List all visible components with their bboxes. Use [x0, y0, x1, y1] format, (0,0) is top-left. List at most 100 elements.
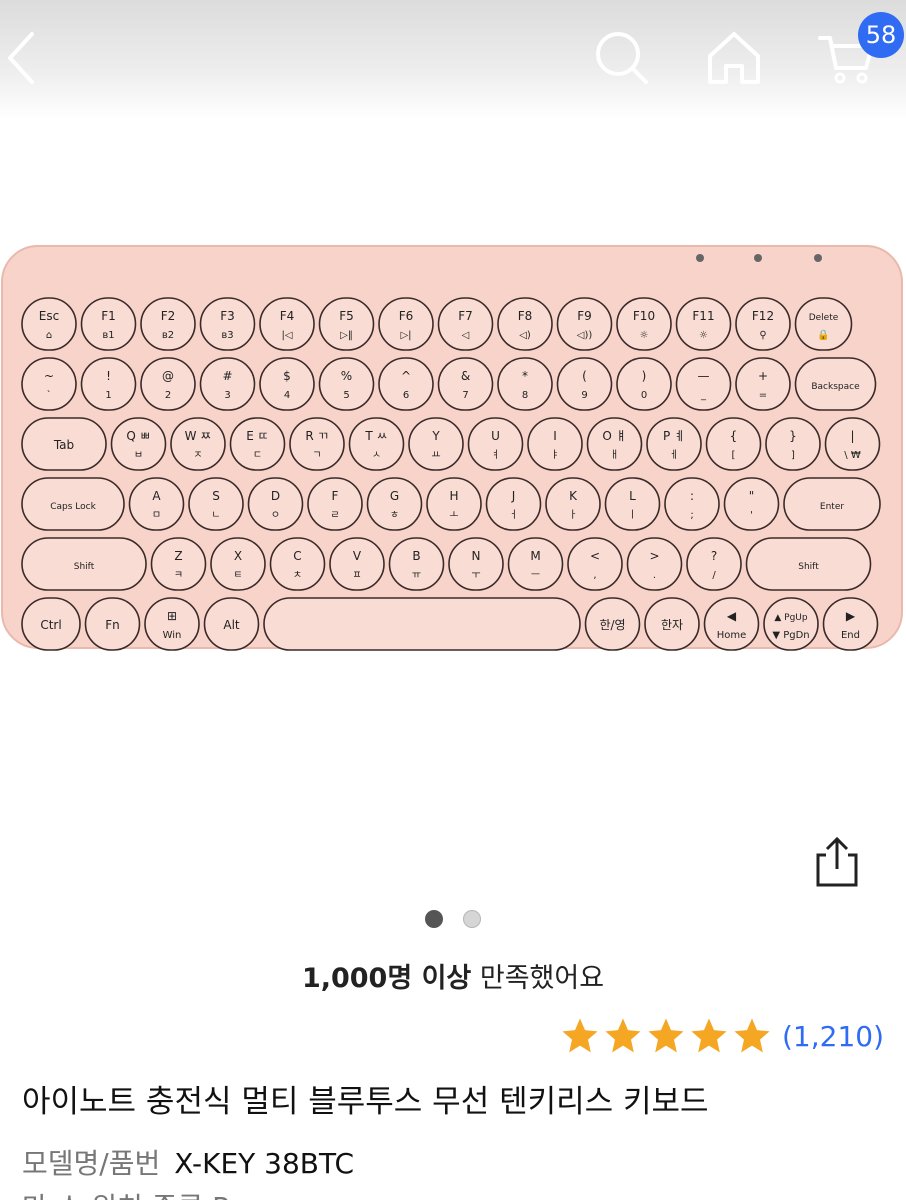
- keyboard-key: Caps Lock: [21, 477, 125, 531]
- keycap: [467, 417, 524, 471]
- key-sublabel: ㅇ: [271, 510, 280, 521]
- key-sublabel: ㅕ: [491, 449, 500, 461]
- keyboard-key: Vㅍ: [329, 537, 385, 591]
- satisfaction-rest: 만족했어요: [471, 963, 605, 994]
- keyboard-key: Iㅑ: [527, 417, 583, 471]
- key-sublabel: ㅍ: [352, 570, 361, 581]
- keyboard-key: Bㅠ: [388, 537, 445, 591]
- keycap: [80, 297, 137, 351]
- key-sublabel: \ ₩: [844, 450, 861, 461]
- key-label: !: [106, 369, 111, 383]
- keyboard-key: Xㅌ: [210, 537, 266, 591]
- keyboard-key: Fㄹ: [307, 477, 363, 531]
- key-label: Esc: [39, 309, 59, 323]
- keyboard-key: Delete 🔒: [794, 297, 853, 351]
- keycap: [426, 477, 482, 531]
- keyboard-key: Yㅛ: [408, 417, 464, 471]
- key-label: L: [629, 489, 636, 503]
- key-label: ): [642, 369, 647, 383]
- key-sublabel: ▷|: [400, 330, 411, 341]
- keycap: [763, 597, 819, 651]
- product-title: 아이노트 충전식 멀티 블루투스 무선 텐키리스 키보드: [22, 1084, 709, 1120]
- keyboard-key: ~`: [21, 357, 77, 411]
- carousel-dot-1[interactable]: [425, 910, 443, 928]
- search-button[interactable]: [590, 26, 654, 90]
- key-sublabel: 5: [343, 390, 349, 401]
- key-label: &: [461, 369, 470, 383]
- indicator-light: [814, 254, 822, 262]
- keyboard-key: Nㅜ: [448, 537, 504, 591]
- keyboard-key: ^6: [378, 357, 434, 411]
- key-sublabel: 8: [522, 390, 528, 401]
- keycap: [556, 297, 613, 351]
- key-label: Enter: [820, 502, 844, 512]
- keycap: [507, 537, 564, 591]
- keycap: [259, 357, 315, 411]
- key-label: F2: [161, 309, 176, 323]
- satisfaction-count: 1,000명 이상: [301, 963, 472, 994]
- keycap: [199, 357, 256, 411]
- key-label: :: [690, 489, 694, 503]
- key-label: F3: [220, 309, 235, 323]
- key-sublabel: ㅓ: [509, 509, 518, 521]
- star-icon: [605, 1018, 641, 1053]
- key-label: A: [152, 489, 161, 503]
- keycap: [485, 477, 542, 531]
- key-sublabel: ☼: [640, 330, 649, 341]
- key-label: @: [162, 369, 174, 383]
- key-sublabel: ㅣ: [628, 510, 637, 521]
- keycap: [794, 297, 853, 351]
- keyboard-key: ?/: [686, 537, 742, 591]
- key-label: J: [511, 489, 516, 503]
- keycap: [735, 357, 791, 411]
- key-sublabel: ◁: [462, 330, 470, 341]
- keycap: [329, 537, 385, 591]
- key-sublabel: ㅏ: [568, 509, 577, 521]
- carousel-dot-2[interactable]: [463, 910, 481, 928]
- back-button[interactable]: [0, 26, 64, 90]
- keyboard-key: Lㅣ: [604, 477, 661, 531]
- key-sublabel: End: [841, 630, 860, 641]
- keyboard-key: #3: [199, 357, 256, 411]
- keyboard-key: | \ ₩: [824, 417, 881, 471]
- key-sublabel: ;: [690, 510, 693, 521]
- key-label: H: [449, 489, 458, 503]
- home-button[interactable]: [702, 26, 766, 90]
- rating-summary[interactable]: (1,210): [557, 1014, 884, 1058]
- keyboard-key: —_: [675, 357, 732, 411]
- key-label: F10: [633, 309, 655, 323]
- keycap: [527, 417, 583, 471]
- keyboard-key: Jㅓ: [485, 477, 542, 531]
- key-sublabel: ㅎ: [390, 510, 399, 521]
- key-sublabel: ㄹ: [330, 510, 339, 521]
- key-sublabel: ◁)): [577, 330, 593, 341]
- key-sublabel: ㄱ: [312, 450, 321, 461]
- keycap: [318, 297, 375, 351]
- keycap: [604, 477, 661, 531]
- share-button[interactable]: [810, 835, 864, 889]
- product-image[interactable]: Esc ⌂ F1 ʙ1 F2 ʙ2 F3 ʙ3 F4 |◁ F5 ▷‖ F6 ▷| F7 ◁ F8 ◁) F9 ◁))…: [0, 120, 906, 910]
- review-count-link[interactable]: (1,210): [782, 1020, 884, 1053]
- star-icon: [734, 1018, 770, 1053]
- keyboard-key: F1 ʙ1: [80, 297, 137, 351]
- key-sublabel: ▼ PgDn: [772, 630, 809, 641]
- key-label: U: [491, 429, 500, 443]
- keycap: [170, 417, 226, 471]
- key-label: Z: [174, 549, 182, 563]
- key-sublabel: ㅊ: [293, 570, 302, 581]
- keyboard-key: Zㅋ: [150, 537, 207, 591]
- key-label: K: [569, 489, 578, 503]
- keycap: [128, 477, 185, 531]
- model-value: X-KEY 38BTC: [174, 1147, 355, 1180]
- keyboard-key: P ㅖㅔ: [646, 417, 702, 471]
- keycap: [348, 417, 405, 471]
- key-label: F4: [280, 309, 295, 323]
- key-sublabel: 6: [403, 390, 409, 401]
- key-sublabel: ⚲: [759, 330, 766, 341]
- keyboard-key: >.: [626, 537, 683, 591]
- keycap: [437, 357, 494, 411]
- key-sublabel: ㅗ: [449, 510, 458, 521]
- keyboard-key: Dㅇ: [247, 477, 304, 531]
- keyboard-key: Enter: [783, 477, 881, 531]
- key-label: —: [698, 369, 710, 383]
